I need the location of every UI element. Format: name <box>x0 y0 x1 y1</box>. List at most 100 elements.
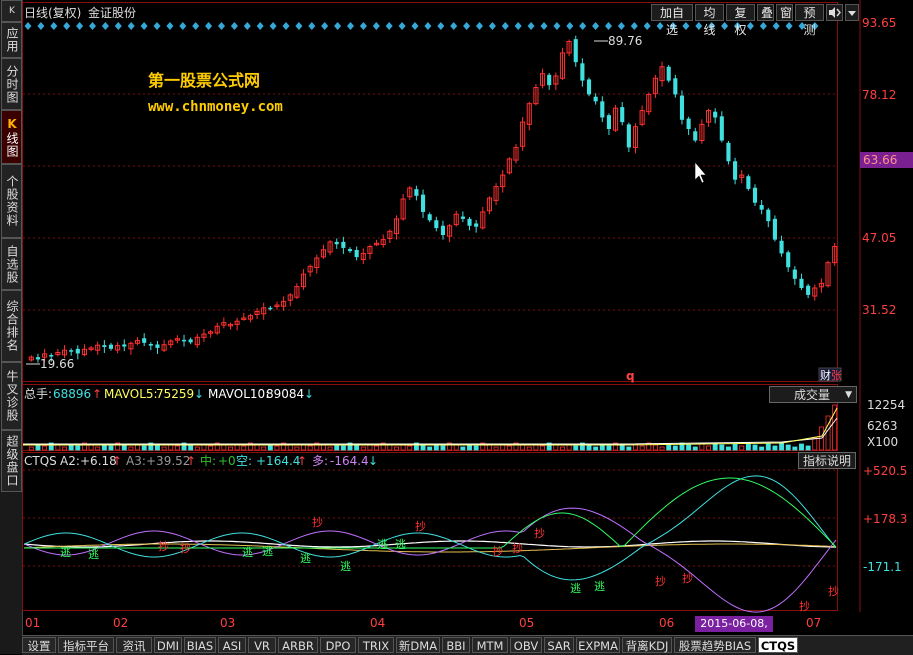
candle-body-down <box>752 187 758 203</box>
indicator-trend-line <box>24 477 837 549</box>
volume-indicator-dropdown[interactable]: 成交量 ▼ <box>769 386 857 403</box>
sidebar-tab-level2[interactable]: 超级盘口 <box>1 430 22 492</box>
volume-bar <box>639 445 645 451</box>
bottom-tab-9[interactable]: TRIX <box>358 637 394 653</box>
bottom-tab-4[interactable]: BIAS <box>184 637 216 653</box>
volume-bar <box>626 446 632 451</box>
bottom-tab-5[interactable]: ASI <box>218 637 246 653</box>
signal-diamond <box>746 22 754 30</box>
volume-bar <box>108 445 114 451</box>
speaker-arrow-icon[interactable] <box>826 4 843 21</box>
volume-bar <box>805 445 811 451</box>
indicator-help-button[interactable]: 指标说明 <box>798 452 856 469</box>
bottom-tab-16[interactable]: 背离KDJ <box>622 637 672 653</box>
add-watchlist-button[interactable]: 加自选 <box>651 4 693 37</box>
run-signal-mark: 逃 <box>570 582 581 595</box>
bottom-tab-15[interactable]: EXPMA <box>576 637 620 653</box>
bottom-tab-8[interactable]: DPO <box>320 637 356 653</box>
volume-bar <box>460 446 466 451</box>
forecast-button[interactable]: 预测 <box>795 4 824 37</box>
sidebar-tab-apps[interactable]: 应用 <box>1 22 22 58</box>
signal-diamond <box>218 22 225 30</box>
buy-signal-mark: 抄 <box>682 571 693 585</box>
candle-body-down <box>766 209 771 222</box>
candle-body-down <box>460 216 465 219</box>
buy-signal-mark: 抄 <box>655 574 666 588</box>
mavol10-label: MAVOL10: <box>208 387 269 401</box>
window-button[interactable]: 窗 <box>776 4 793 21</box>
signal-diamond <box>101 22 109 30</box>
sidebar-tab-kline[interactable]: K 线图 <box>1 110 22 164</box>
collapse-icon[interactable]: K <box>1 0 22 22</box>
adjust-price-button[interactable]: 复权 <box>726 4 755 37</box>
bottom-tab-11[interactable]: BBI <box>442 637 470 653</box>
volume-bar <box>752 444 758 451</box>
signal-diamond <box>205 22 213 30</box>
price-axis-label-3: 47.05 <box>862 231 896 245</box>
volume-bar <box>732 443 738 451</box>
moving-average-button[interactable]: 均线 <box>695 4 724 37</box>
signal-diamond <box>643 22 651 30</box>
signal-diamond <box>695 22 703 30</box>
candle-body-down <box>347 249 353 252</box>
bottom-tab-6[interactable]: VR <box>248 637 276 653</box>
indicator-mid-label: 中: <box>200 453 216 468</box>
volume-bar <box>573 445 579 451</box>
run-signal-mark: 逃 <box>340 560 351 573</box>
bottom-tab-18[interactable]: CTQS <box>758 637 798 653</box>
time-axis-6: 07 <box>806 616 821 630</box>
signal-diamond <box>656 22 664 30</box>
volume-total: 68896 <box>53 387 91 401</box>
sidebar-tab-profile[interactable]: 个股资料 <box>1 164 22 238</box>
signal-diamond <box>488 22 496 30</box>
volume-bar <box>526 446 532 451</box>
kline-chart[interactable]: 抄抄抄 抄抄抄 抄抄 抄抄抄逃逃逃逃逃逃逃 逃逃逃 93.65 78.12 63.66 … <box>22 0 913 635</box>
overlay-button[interactable]: 叠 <box>757 4 774 21</box>
volume-bar <box>719 444 725 451</box>
signal-diamond <box>566 22 574 30</box>
volume-bar <box>706 445 711 451</box>
bottom-tab-0[interactable]: 设置 <box>22 637 56 653</box>
volume-bar <box>155 444 160 451</box>
sidebar-tab-ranking[interactable]: 综合排名 <box>1 290 22 362</box>
signal-diamond <box>37 22 45 30</box>
signal-diamond <box>295 22 303 30</box>
mavol10-line <box>23 417 838 445</box>
indicator-lines <box>23 475 837 613</box>
bottom-tab-12[interactable]: MTM <box>472 637 508 653</box>
signal-diamond <box>359 22 367 30</box>
candle-body-down <box>75 348 80 354</box>
bottom-tab-1[interactable]: 指标平台 <box>58 637 114 653</box>
candle-body-down <box>673 78 678 95</box>
volume-bar <box>340 445 346 451</box>
run-signal-mark: 逃 <box>300 552 311 565</box>
signal-diamond <box>230 22 238 30</box>
finance-badge-text-2: 张 <box>831 369 842 382</box>
sidebar-tab-intraday[interactable]: 分时图 <box>1 58 22 110</box>
sidebar-tab-watchlist[interactable]: 自选股 <box>1 238 22 290</box>
signal-diamond <box>450 22 458 30</box>
run-signal-mark: 逃 <box>262 545 273 558</box>
buy-signal-mark: 抄 <box>415 519 426 533</box>
price-axis-label-2: 63.66 <box>863 153 897 167</box>
bottom-tab-10[interactable]: 新DMA <box>396 637 440 653</box>
indicator-kong-line <box>23 475 837 581</box>
candle-body-down <box>726 142 731 162</box>
bottom-tab-2[interactable]: 资讯 <box>116 637 152 653</box>
dropdown-triangle-icon[interactable] <box>845 4 859 21</box>
bottom-tab-14[interactable]: SAR <box>544 637 574 653</box>
bottom-tab-17[interactable]: 股票趋势BIAS <box>674 637 756 653</box>
candle-body-down <box>792 269 797 279</box>
signal-diamond <box>308 22 316 30</box>
signal-diamond <box>321 22 329 30</box>
candle-body-down <box>427 214 432 221</box>
bottom-tab-7[interactable]: ARBR <box>278 637 318 653</box>
candle-body-down <box>586 79 592 95</box>
sidebar-tab-kline-prefix: K <box>5 116 19 132</box>
sidebar-tab-diagnosis[interactable]: 牛叉诊股 <box>1 362 22 430</box>
signal-diamond <box>514 22 522 30</box>
bottom-tab-3[interactable]: DMI <box>154 637 182 653</box>
bottom-tab-13[interactable]: OBV <box>510 637 542 653</box>
volume-bar <box>486 444 492 451</box>
volume-bar <box>593 446 599 451</box>
